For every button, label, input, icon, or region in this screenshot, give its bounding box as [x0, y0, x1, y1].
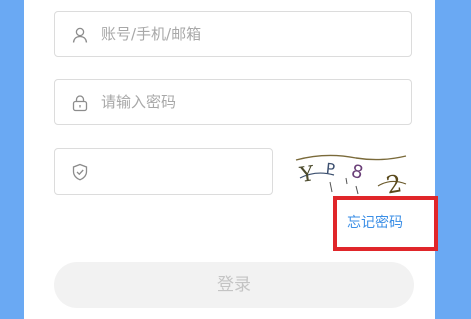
captcha-image[interactable]: Y P 8 2: [286, 148, 418, 199]
account-field[interactable]: 账号/手机/邮箱: [54, 11, 412, 57]
captcha-char-3: 8: [349, 161, 365, 184]
account-placeholder: 账号/手机/邮箱: [101, 25, 202, 43]
user-icon: [71, 26, 89, 44]
password-field[interactable]: 请输入密码: [54, 79, 412, 125]
login-button[interactable]: 登录: [54, 262, 414, 308]
captcha-char-4: 2: [384, 169, 404, 196]
shield-check-icon: [71, 163, 89, 181]
captcha-char-2: P: [325, 160, 336, 179]
login-panel: 账号/手机/邮箱 请输入密码 Y P 8 2 忘记密码 登录: [24, 0, 438, 319]
password-placeholder: 请输入密码: [101, 93, 177, 111]
forgot-password-link[interactable]: 忘记密码: [347, 204, 403, 242]
lock-icon: [71, 94, 89, 112]
captcha-char-1: Y: [297, 161, 316, 187]
captcha-field[interactable]: [54, 148, 273, 195]
